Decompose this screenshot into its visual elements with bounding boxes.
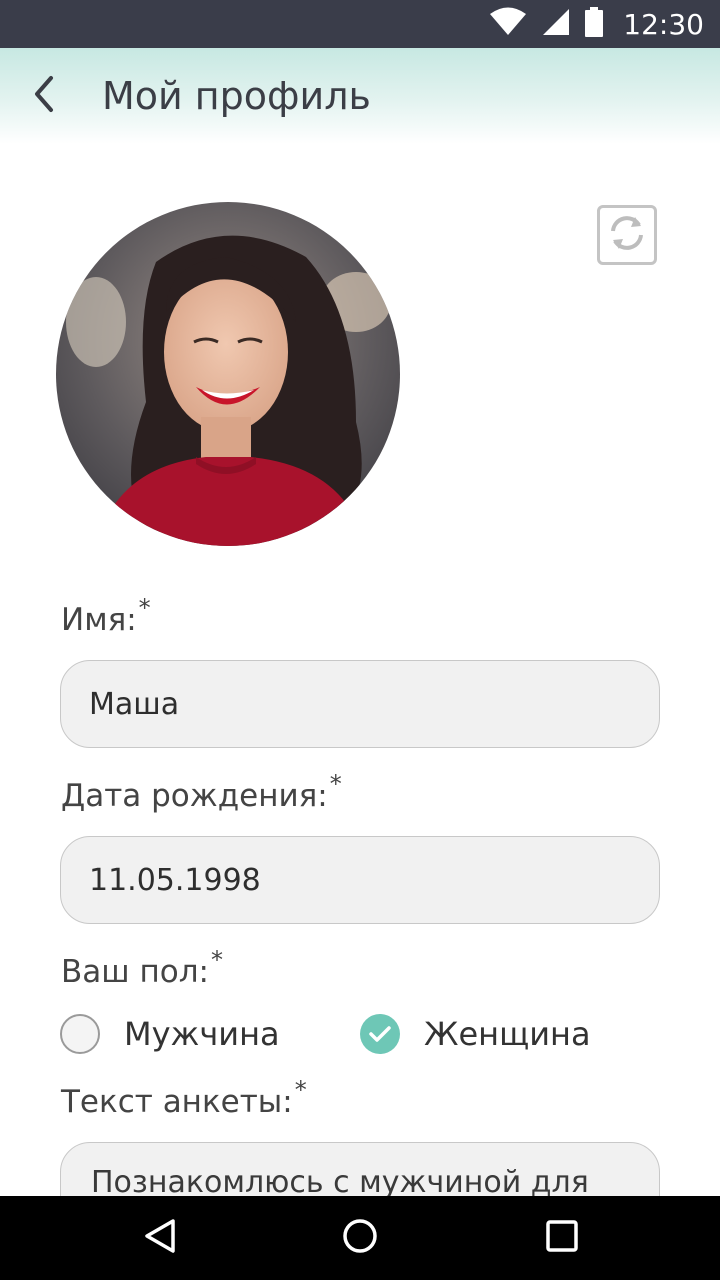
avatar[interactable] xyxy=(56,202,400,546)
gender-label-text: Ваш пол: xyxy=(61,954,209,990)
nav-recents-button[interactable] xyxy=(534,1212,590,1264)
refresh-icon xyxy=(605,211,649,259)
chevron-left-icon xyxy=(29,74,59,118)
radio-checked-icon xyxy=(360,1014,400,1054)
gender-label: Ваш пол:* xyxy=(61,946,223,990)
name-label: Имя:* xyxy=(61,594,151,638)
battery-icon xyxy=(585,7,604,41)
cellular-signal-icon xyxy=(541,7,571,41)
required-mark: * xyxy=(294,1076,307,1104)
system-nav-bar xyxy=(0,1196,720,1280)
radio-unchecked-icon xyxy=(60,1014,100,1054)
required-mark: * xyxy=(138,594,151,622)
app-header: Мой профиль xyxy=(0,48,720,144)
refresh-photo-button[interactable] xyxy=(597,205,657,265)
name-label-text: Имя: xyxy=(61,602,137,638)
bio-textarea[interactable]: Познакомлюсь с мужчиной для xyxy=(60,1142,660,1196)
status-icons: 12:30 xyxy=(489,0,704,48)
required-mark: * xyxy=(210,946,223,974)
gender-option-label: Мужчина xyxy=(124,1015,280,1053)
status-bar: 12:30 xyxy=(0,0,720,48)
nav-back-button[interactable] xyxy=(132,1212,188,1264)
gender-option-male[interactable]: Мужчина xyxy=(60,1010,280,1058)
profile-content: Имя:* Маша Дата рождения:* 11.05.1998 Ва… xyxy=(0,144,720,1196)
required-mark: * xyxy=(329,770,342,798)
birth-date-input[interactable]: 11.05.1998 xyxy=(60,836,660,924)
recents-square-icon xyxy=(545,1219,579,1257)
name-value: Маша xyxy=(89,686,180,722)
back-triangle-icon xyxy=(143,1218,177,1258)
name-input[interactable]: Маша xyxy=(60,660,660,748)
home-circle-icon xyxy=(342,1218,378,1258)
birth-date-label: Дата рождения:* xyxy=(61,770,342,814)
bio-value: Познакомлюсь с мужчиной для xyxy=(91,1165,589,1196)
nav-home-button[interactable] xyxy=(332,1212,388,1264)
page-title: Мой профиль xyxy=(102,74,371,118)
birth-date-value: 11.05.1998 xyxy=(89,862,261,898)
birth-date-label-text: Дата рождения: xyxy=(61,778,328,814)
gender-radio-group: Мужчина Женщина xyxy=(60,1010,660,1058)
wifi-icon xyxy=(489,7,527,41)
profile-photo xyxy=(56,202,400,546)
bio-label: Текст анкеты:* xyxy=(61,1076,307,1120)
status-time: 12:30 xyxy=(623,7,704,41)
bio-label-text: Текст анкеты: xyxy=(61,1084,293,1120)
gender-option-female[interactable]: Женщина xyxy=(360,1010,591,1058)
back-button[interactable] xyxy=(20,70,68,122)
gender-option-label: Женщина xyxy=(424,1015,591,1053)
